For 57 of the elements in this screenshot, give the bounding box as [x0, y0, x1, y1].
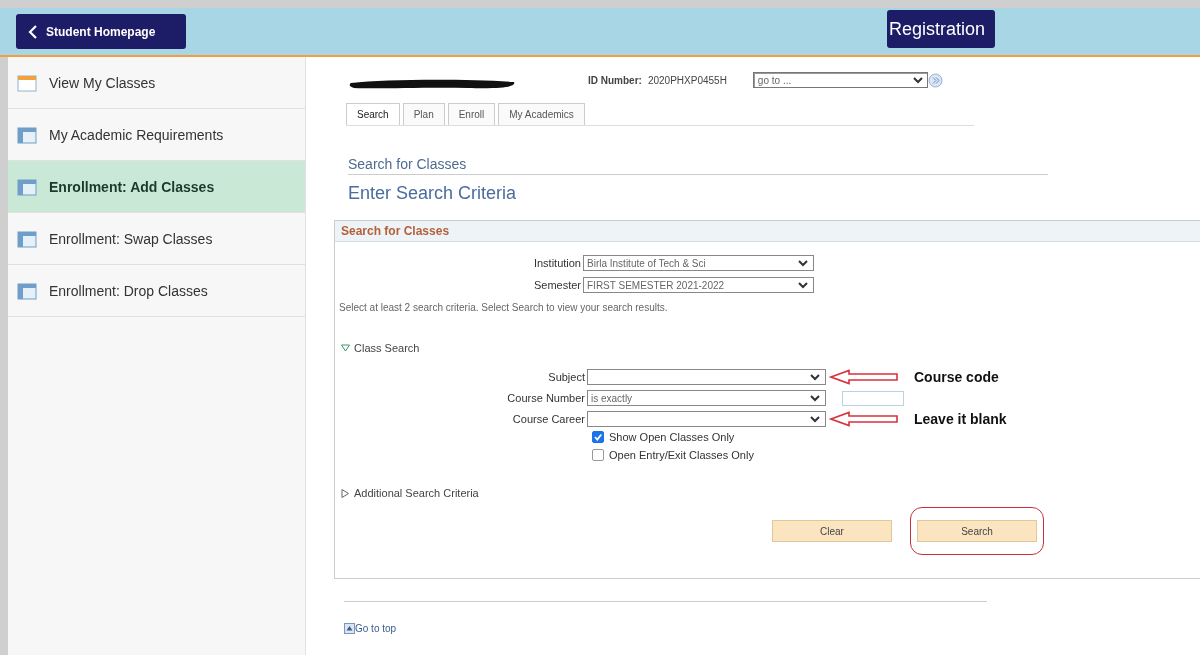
section-heading: Search for Classes	[348, 156, 1048, 175]
tab[interactable]: Enroll	[447, 103, 496, 125]
instruction-text: Select at least 2 search criteria. Select Search to view your search results.	[339, 302, 669, 313]
annotation-text: Leave it blank	[914, 411, 1007, 427]
tab[interactable]: Plan	[402, 103, 445, 125]
goto-dropdown[interactable]: go to ...	[752, 72, 928, 88]
tab[interactable]: Search	[346, 103, 400, 125]
back-button[interactable]: Student Homepage	[16, 14, 186, 49]
calendar-icon	[17, 73, 37, 92]
field-label: Semester	[532, 279, 582, 291]
field-label: Course Number	[506, 392, 586, 404]
sidebar-item[interactable]: Enrollment: Swap Classes	[8, 213, 305, 265]
annotation-arrow	[829, 411, 899, 427]
sidebar-item[interactable]: View My Classes	[8, 57, 305, 109]
table-icon	[17, 229, 37, 248]
chevron-left-icon	[28, 24, 38, 39]
checkbox[interactable]	[592, 449, 604, 461]
table-icon	[17, 177, 37, 196]
select-field[interactable]	[587, 369, 826, 385]
triangle-icon	[341, 488, 350, 498]
go-icon[interactable]	[927, 72, 943, 88]
annotation-text: Course code	[914, 369, 999, 385]
id-value: 2020PHXP0455H	[647, 74, 727, 86]
sidebar-item[interactable]: Enrollment: Drop Classes	[8, 265, 305, 317]
checkbox[interactable]	[592, 431, 604, 443]
action-button[interactable]: Clear	[772, 520, 892, 542]
caret-icon	[810, 394, 820, 402]
page-heading: Enter Search Criteria	[348, 183, 518, 204]
caret-icon	[798, 281, 808, 289]
page-title: Registration	[887, 10, 995, 48]
field-label: Course Career	[511, 413, 586, 425]
triangle-icon	[341, 344, 350, 352]
go-to-top-link[interactable]: Go to top	[355, 623, 397, 634]
sidebar-item[interactable]: Enrollment: Add Classes	[8, 161, 305, 213]
checkbox-label: Open Entry/Exit Classes Only	[609, 449, 754, 461]
caret-icon	[810, 373, 820, 381]
tab[interactable]: My Academics	[498, 103, 585, 125]
annotation-arrow	[829, 369, 899, 385]
select-field[interactable]: FIRST SEMESTER 2021-2022	[583, 277, 814, 293]
section-toggle[interactable]: Class Search	[339, 342, 422, 354]
action-button[interactable]: Search	[917, 520, 1037, 542]
id-label: ID Number:	[588, 74, 642, 86]
select-field[interactable]	[587, 411, 826, 427]
caret-icon	[912, 76, 923, 84]
table-icon	[17, 125, 37, 144]
select-field[interactable]: is exactly	[587, 390, 826, 406]
caret-icon	[810, 415, 820, 423]
section-toggle[interactable]: Additional Search Criteria	[339, 487, 481, 499]
select-field[interactable]: Birla Institute of Tech & Sci	[583, 255, 814, 271]
checkbox-label: Show Open Classes Only	[609, 431, 735, 443]
panel-title: Search for Classes	[335, 221, 1200, 242]
course-number-input[interactable]	[842, 390, 904, 406]
go-to-top-icon	[344, 623, 355, 634]
caret-icon	[798, 259, 808, 267]
field-label: Subject	[547, 371, 586, 383]
table-icon	[17, 281, 37, 300]
field-label: Institution	[532, 257, 582, 269]
